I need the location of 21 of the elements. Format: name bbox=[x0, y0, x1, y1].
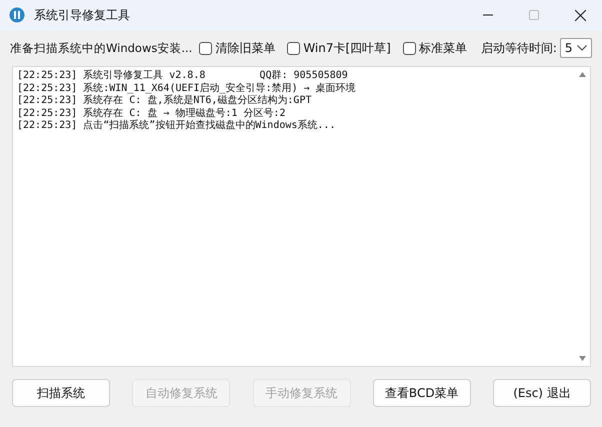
scroll-up-icon[interactable] bbox=[579, 72, 586, 77]
action-button[interactable]: 查看BCD菜单 bbox=[372, 379, 471, 407]
close-icon[interactable] bbox=[575, 10, 586, 20]
action-button[interactable]: 扫描系统 bbox=[12, 379, 110, 407]
window-title: 系统引导修复工具 bbox=[34, 6, 130, 24]
log-line: [22:25:23] 系统存在 C: 盘,系统是NT6,磁盘分区结构为:GPT bbox=[17, 95, 312, 108]
log-line: [22:25:23] 系统:WIN_11_X64(UEFI启动_安全引导:禁用) → 桌面环境 bbox=[17, 82, 357, 94]
log-line: [22:25:23] 点击“扫描系统”按钮开始查找磁盘中的Windows系统... bbox=[17, 120, 336, 132]
option-checkbox[interactable]: 标准菜单 bbox=[402, 40, 467, 56]
status-text: 准备扫描系统中的Windows安装... bbox=[10, 40, 192, 56]
wait-time-label: 启动等待时间: bbox=[480, 40, 557, 56]
wait-time-dropdown[interactable]: 5 bbox=[560, 38, 592, 58]
chevron-down-icon bbox=[577, 45, 587, 51]
option-checkbox[interactable]: Win7卡[四叶草] bbox=[287, 40, 391, 56]
app-icon bbox=[9, 7, 25, 23]
log-line: [22:25:23] 系统引导修复工具 v2.8.8 QQ群: 905505809 bbox=[17, 70, 349, 82]
action-button[interactable]: (Esc) 退出 bbox=[493, 379, 591, 407]
option-checkbox[interactable]: 清除旧菜单 bbox=[199, 40, 276, 56]
maximize-icon bbox=[529, 10, 539, 20]
scroll-down-icon[interactable] bbox=[579, 356, 586, 361]
log-line: [22:25:23] 系统存在 C: 盘 → 物理磁盘号:1 分区号:2 bbox=[17, 108, 286, 120]
